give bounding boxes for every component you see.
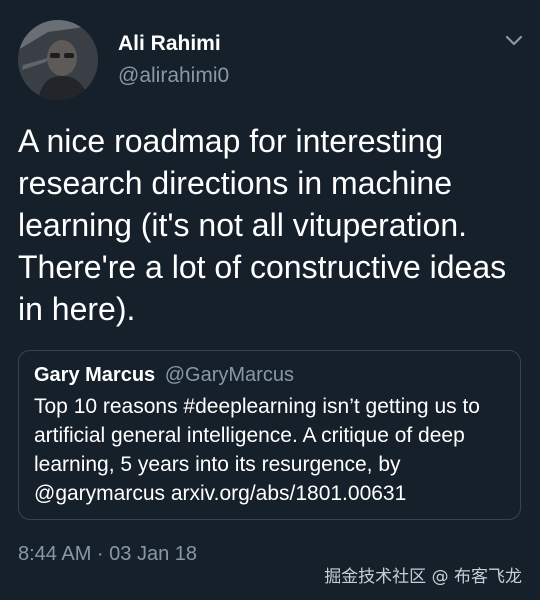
quoted-tweet-header: Gary Marcus @GaryMarcus	[34, 364, 294, 387]
tweet-text: A nice roadmap for interesting research …	[18, 123, 507, 327]
watermark: 掘金技术社区 @ 布客飞龙	[324, 567, 522, 587]
quoted-tweet-card[interactable]: Gary Marcus @GaryMarcus Top 10 reasons #…	[18, 350, 521, 520]
tweet-container: Ali Rahimi @alirahimi0 A nice roadmap fo…	[0, 0, 540, 600]
quoted-author-handle: @GaryMarcus	[164, 364, 294, 386]
quoted-tweet-text: Top 10 reasons #deeplearning isn’t getti…	[34, 395, 480, 505]
tweet-timestamp[interactable]: 8:44 AM · 03 Jan 18	[18, 543, 197, 566]
avatar-photo	[18, 20, 98, 100]
author-handle[interactable]: @alirahimi0	[118, 64, 229, 88]
chevron-down-icon[interactable]	[504, 34, 524, 48]
quoted-author-name: Gary Marcus	[34, 364, 156, 386]
author-display-name[interactable]: Ali Rahimi	[118, 32, 221, 56]
avatar[interactable]	[18, 20, 98, 100]
